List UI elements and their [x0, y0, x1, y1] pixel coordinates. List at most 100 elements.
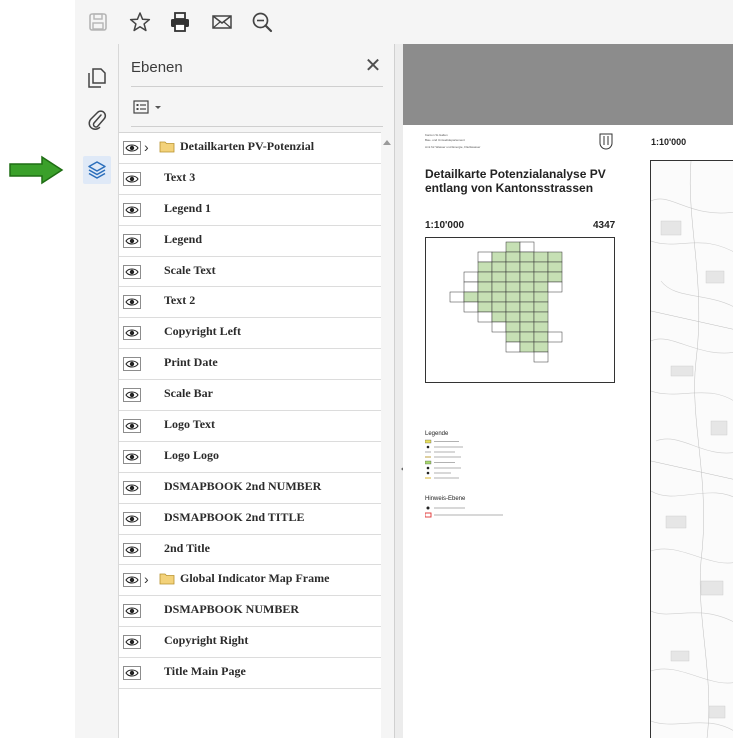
folder-icon — [159, 572, 175, 585]
chevron-down-icon — [155, 106, 161, 109]
layer-row[interactable]: Scale Text — [119, 257, 381, 288]
eye-visibility-toggle[interactable] — [123, 604, 141, 619]
layer-row[interactable]: Logo Logo — [119, 442, 381, 473]
layer-label: Print Date — [164, 355, 218, 370]
attachment-icon — [88, 110, 107, 130]
print-icon — [171, 12, 189, 32]
green-arrow-icon — [9, 155, 64, 185]
layer-row[interactable]: DSMAPBOOK 2nd TITLE — [119, 504, 381, 535]
mail-icon — [212, 15, 232, 29]
print-button[interactable] — [167, 9, 193, 35]
eye-icon — [125, 576, 139, 585]
document-page: Kanton St.Gallen Bau- und Umweltdepartem… — [403, 125, 733, 738]
layer-label: DSMAPBOOK 2nd NUMBER — [164, 478, 322, 493]
layer-row[interactable]: Legend 1 — [119, 195, 381, 226]
panel-splitter[interactable] — [395, 44, 403, 738]
eye-visibility-toggle[interactable] — [123, 449, 141, 464]
eye-visibility-toggle[interactable] — [123, 419, 141, 434]
layer-label: DSMAPBOOK NUMBER — [164, 602, 299, 617]
eye-visibility-toggle[interactable] — [123, 233, 141, 248]
hinweis-symbols — [425, 506, 503, 518]
canton-logo — [599, 133, 613, 150]
overview-map — [425, 237, 615, 383]
eye-visibility-toggle[interactable] — [123, 202, 141, 217]
navigation-rail — [75, 44, 119, 738]
eye-visibility-toggle[interactable] — [123, 542, 141, 557]
layer-row[interactable]: Logo Text — [119, 411, 381, 442]
layer-row[interactable]: Print Date — [119, 349, 381, 381]
layer-label: Title Main Page — [164, 664, 246, 679]
layer-label: Logo Text — [164, 417, 216, 432]
document-title-line-2: entlang von Kantonsstrassen — [425, 181, 594, 195]
eye-visibility-toggle[interactable] — [123, 666, 141, 681]
attachments-button[interactable] — [83, 106, 111, 134]
eye-icon — [125, 360, 139, 368]
eye-visibility-toggle[interactable] — [123, 480, 141, 495]
eye-icon — [125, 638, 139, 646]
star-icon — [129, 12, 151, 32]
scale-text-right: 1:10'000 — [651, 137, 687, 147]
layer-row[interactable]: Copyright Left — [119, 318, 381, 350]
layer-row[interactable]: Copyright Right — [119, 627, 381, 659]
eye-visibility-toggle[interactable] — [123, 357, 141, 372]
layer-row[interactable]: DSMAPBOOK 2nd NUMBER — [119, 473, 381, 504]
close-panel-button[interactable]: ✕ — [363, 56, 383, 76]
panel-divider — [131, 126, 383, 127]
zoom-out-button[interactable] — [249, 9, 275, 35]
layer-row[interactable]: Legend — [119, 226, 381, 257]
save-button[interactable] — [85, 9, 111, 35]
eye-icon — [125, 607, 139, 615]
layer-label: Legend 1 — [164, 200, 212, 215]
layer-options-button[interactable] — [133, 96, 171, 118]
layer-label: Logo Logo — [164, 447, 220, 462]
email-button[interactable] — [209, 9, 235, 35]
eye-icon — [125, 175, 139, 183]
layers-button[interactable] — [83, 156, 111, 184]
layer-row[interactable]: Title Main Page — [119, 658, 381, 690]
eye-visibility-toggle[interactable] — [123, 264, 141, 279]
eye-visibility-toggle[interactable] — [123, 635, 141, 650]
eye-icon — [125, 298, 139, 307]
eye-icon — [125, 391, 139, 399]
layer-label: Scale Text — [164, 262, 216, 277]
expand-chevron-icon[interactable]: › — [144, 571, 149, 587]
zoom-out-icon — [252, 12, 273, 33]
detail-map-image — [651, 161, 733, 738]
layer-label: Text 3 — [164, 169, 196, 184]
layer-label: DSMAPBOOK 2nd TITLE — [164, 509, 305, 524]
layer-row[interactable]: Scale Bar — [119, 380, 381, 412]
eye-visibility-toggle[interactable] — [123, 326, 141, 341]
layer-group-row[interactable]: › Global Indicator Map Frame — [119, 565, 381, 597]
scale-text: 1:10'000 — [425, 220, 465, 231]
detail-map-frame — [650, 160, 733, 738]
eye-visibility-toggle[interactable] — [123, 141, 141, 155]
eye-visibility-toggle[interactable] — [123, 511, 141, 526]
layer-row[interactable]: DSMAPBOOK NUMBER — [119, 596, 381, 628]
layer-label: 2nd Title — [164, 540, 210, 555]
eye-icon — [125, 546, 139, 554]
header-line-3: Amt für Wasser und Energie, Fließwasser — [425, 145, 481, 149]
eye-visibility-toggle[interactable] — [123, 573, 141, 588]
layer-row[interactable]: 2nd Title — [119, 535, 381, 566]
panel-title: Ebenen — [131, 59, 183, 76]
document-title-line-1: Detailkarte Potenzialanalyse PV — [425, 167, 606, 181]
eye-icon — [125, 453, 139, 461]
eye-icon — [125, 669, 139, 677]
list-options-icon — [133, 100, 149, 114]
document-title: Detailkarte Potenzialanalyse PV entlang … — [425, 167, 606, 195]
overview-grid — [449, 241, 563, 363]
scroll-up-arrow-icon[interactable] — [383, 140, 391, 145]
layer-group-row[interactable]: › Detailkarten PV-Potenzial — [119, 133, 381, 164]
layer-label: Scale Bar — [164, 386, 213, 401]
page-thumbnails-button[interactable] — [83, 64, 111, 92]
eye-visibility-toggle[interactable] — [123, 171, 141, 186]
eye-icon — [125, 144, 139, 152]
hinweis-title: Hinweis-Ebene — [425, 496, 466, 502]
layer-row[interactable]: Text 2 — [119, 287, 381, 319]
layer-row[interactable]: Text 3 — [119, 164, 381, 195]
bookmark-star-button[interactable] — [127, 9, 153, 35]
eye-visibility-toggle[interactable] — [123, 388, 141, 403]
header-line-2: Bau- und Umweltdepartement — [425, 138, 465, 142]
eye-visibility-toggle[interactable] — [123, 295, 141, 310]
expand-chevron-icon[interactable]: › — [144, 139, 149, 155]
